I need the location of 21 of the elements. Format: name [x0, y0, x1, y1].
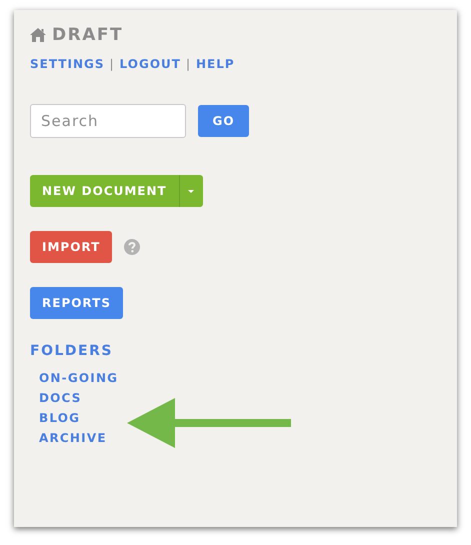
- folders-heading: FOLDERS: [30, 343, 114, 359]
- dropdown-button[interactable]: [178, 175, 203, 207]
- app-title: DRAFT: [52, 25, 124, 45]
- caret-icon: [188, 190, 194, 192]
- nav-link[interactable]: HELP: [196, 57, 235, 71]
- folder-link[interactable]: DOCS: [39, 391, 441, 405]
- separator: |: [110, 57, 115, 71]
- folder-link[interactable]: BLOG: [39, 411, 441, 425]
- nav-link[interactable]: LOGOUT: [120, 57, 181, 71]
- help-icon[interactable]: [124, 239, 140, 255]
- separator: |: [186, 57, 191, 71]
- arrow-icon: [127, 396, 293, 450]
- import-button[interactable]: IMPORT: [30, 231, 112, 263]
- go-button[interactable]: GO: [198, 105, 249, 137]
- search-field[interactable]: Search: [30, 104, 186, 138]
- new-document-button[interactable]: NEW DOCUMENT: [30, 175, 179, 207]
- folder-link[interactable]: ON-GOING: [39, 371, 441, 385]
- folder-link[interactable]: ARCHIVE: [39, 431, 441, 445]
- nav-link[interactable]: SETTINGS: [30, 57, 104, 71]
- home-icon: [30, 28, 46, 42]
- reports-button[interactable]: REPORTS: [30, 287, 123, 319]
